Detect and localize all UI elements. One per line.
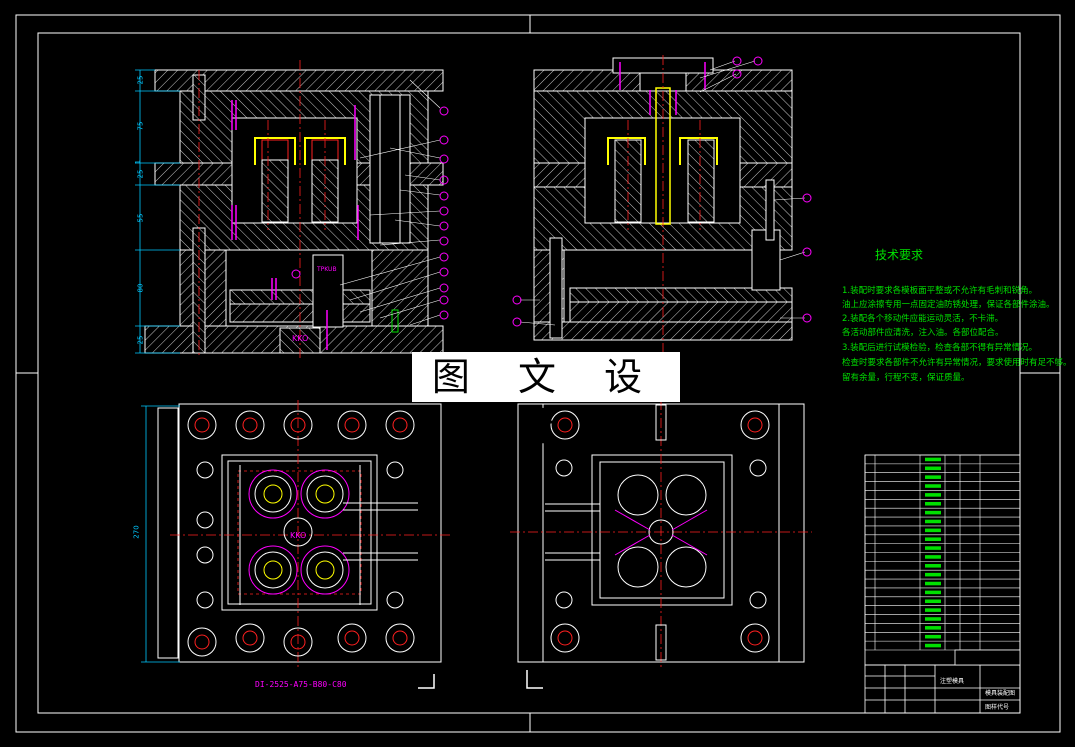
tech-line-1: 1.装配时要求各模板面平整或不允许有毛刺和锐角。: [842, 286, 1038, 296]
bom-cell-mark: [925, 634, 941, 639]
bom-cell-mark: [925, 608, 941, 612]
ejector-label: TPKUB: [317, 266, 337, 273]
front-section-view: [135, 60, 444, 360]
tech-line-4: 各活动部件应清洗，注入油。各部位配合。: [842, 328, 1004, 338]
bom-cell-mark: [925, 617, 941, 621]
bom-cell-mark: [925, 519, 941, 524]
bom-cell-mark: [925, 484, 941, 488]
tech-line-2: 油上应涂擦专用一点固定油防锈处理，保证各部件涂油。: [842, 300, 1055, 310]
bom-cell-mark: [925, 564, 941, 568]
dim-plan-height: 270: [132, 525, 141, 539]
view-marks: [418, 670, 543, 689]
drawing-name-label: 模具装配图: [985, 690, 1016, 697]
bom-cell-mark: [925, 572, 941, 577]
dim-label-2: 75: [136, 121, 145, 131]
bom-cell-mark: [925, 626, 941, 630]
bom-cell-mark: [925, 466, 941, 471]
drawing-code-label: 图样代号: [985, 704, 1010, 711]
bom-cell-mark: [925, 528, 941, 533]
dim-label-1: 25: [136, 75, 145, 85]
bom-cell-mark: [925, 590, 941, 595]
bom-cell-mark: [925, 599, 941, 604]
bom-cell-mark: [925, 493, 941, 497]
drawing-title: 注塑模具: [940, 678, 965, 685]
tech-requirements-title: 技术要求: [875, 248, 924, 262]
dim-label-5: 55: [136, 213, 145, 223]
bom-cell-mark: [925, 475, 941, 479]
side-section-view: [519, 55, 806, 360]
bom-table: [864, 454, 1021, 666]
tech-line-7: 留有余量，行程不变，保证质量。: [842, 373, 970, 383]
bom-cell-mark: [925, 457, 941, 462]
bom-cell-mark: [925, 537, 941, 541]
tech-line-6: 检查时要求各部件不允许有异常情况，要求使用时有足不够。: [842, 358, 1072, 368]
dim-label-6: 80: [136, 283, 145, 293]
dim-label-3: 1: [134, 159, 143, 165]
part-number: DI-2525-A75-B80-C80: [255, 680, 347, 689]
bom-cell-mark: [925, 581, 941, 586]
bom-cell-mark: [925, 643, 941, 648]
bom-cell-mark: [925, 555, 941, 559]
bom-cell-mark: [925, 510, 941, 515]
tech-line-5: 3.装配后进行试模检验，检查各部不得有异常情况。: [842, 343, 1038, 353]
dim-label-7: 25: [136, 335, 145, 345]
bom-rows: [864, 454, 1021, 651]
bom-cell-mark: [925, 501, 941, 506]
insert-label: KKO: [292, 334, 309, 343]
dim-label-4: 25: [136, 169, 145, 179]
bom-cell-mark: [925, 546, 941, 550]
watermark: 图 文 设 计: [412, 352, 680, 449]
insert-label-plan: KKO: [290, 531, 307, 540]
tech-line-3: 2.装配各个移动件应能运动灵活，不卡滞。: [842, 314, 1004, 324]
